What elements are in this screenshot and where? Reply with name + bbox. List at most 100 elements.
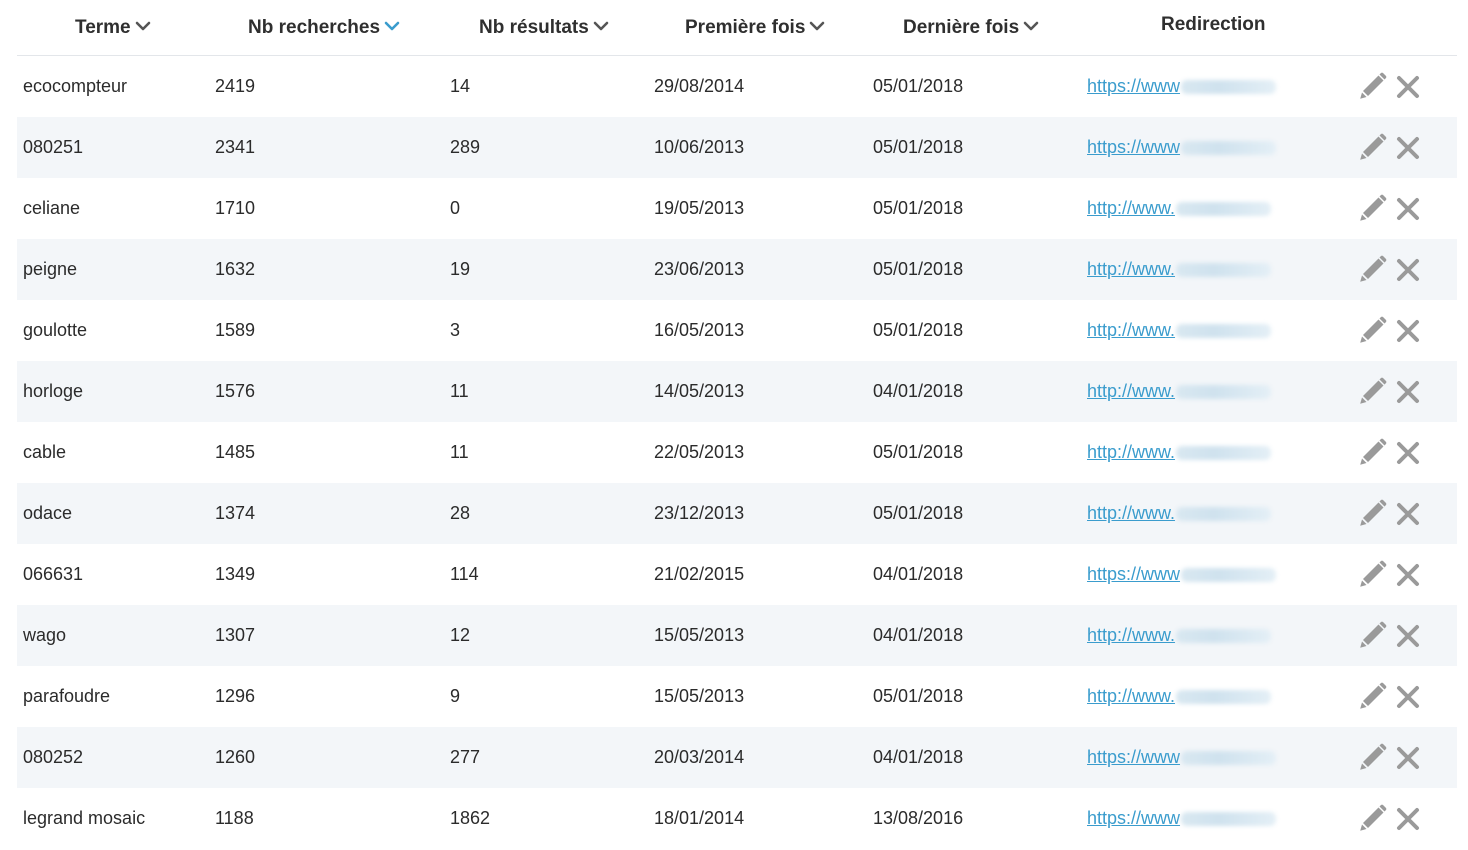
column-header-nb-resultats[interactable]: Nb résultats	[479, 14, 610, 41]
redirection-link[interactable]: https://www	[1087, 747, 1277, 767]
cell-nb-recherches: 1589	[215, 320, 256, 340]
redirection-link-text: http://www.	[1087, 503, 1176, 523]
redirection-link[interactable]: http://www.	[1087, 259, 1272, 279]
close-icon[interactable]	[1393, 804, 1423, 834]
column-header-nb-recherches[interactable]: Nb recherches	[248, 14, 401, 41]
redirection-link-text: http://www.	[1087, 381, 1176, 401]
cell-terme: peigne	[23, 259, 78, 279]
cell-nb-recherches: 1632	[215, 259, 256, 279]
redacted-url-blur	[1181, 568, 1277, 583]
cell-nb-resultats: 28	[450, 503, 471, 523]
redirection-link[interactable]: http://www.	[1087, 625, 1272, 645]
cell-nb-recherches: 1485	[215, 442, 256, 462]
pencil-icon[interactable]	[1357, 255, 1387, 285]
redirection-link[interactable]: http://www.	[1087, 320, 1272, 340]
cell-derniere-fois: 05/01/2018	[873, 137, 964, 157]
redirection-link[interactable]: http://www.	[1087, 442, 1272, 462]
close-icon[interactable]	[1393, 194, 1423, 224]
cell-terme: parafoudre	[23, 686, 111, 706]
cell-premiere-fois: 22/05/2013	[654, 442, 745, 462]
cell-terme: wago	[23, 625, 67, 645]
redirection-link-text: https://www	[1087, 747, 1181, 767]
redirection-link[interactable]: https://www	[1087, 137, 1277, 157]
pencil-icon[interactable]	[1357, 682, 1387, 712]
redirection-link[interactable]: https://www	[1087, 808, 1277, 828]
redirection-link[interactable]: http://www.	[1087, 503, 1272, 523]
close-icon[interactable]	[1393, 499, 1423, 529]
pencil-icon[interactable]	[1357, 194, 1387, 224]
close-icon[interactable]	[1393, 316, 1423, 346]
close-icon[interactable]	[1393, 682, 1423, 712]
close-icon[interactable]	[1393, 743, 1423, 773]
redirection-link-text: http://www.	[1087, 198, 1176, 218]
redacted-url-blur	[1176, 385, 1272, 400]
pencil-icon[interactable]	[1357, 560, 1387, 590]
close-icon[interactable]	[1393, 255, 1423, 285]
redirection-link[interactable]: https://www	[1087, 76, 1277, 96]
close-icon[interactable]	[1393, 438, 1423, 468]
cell-derniere-fois: 05/01/2018	[873, 198, 964, 218]
cell-nb-recherches: 1374	[215, 503, 256, 523]
cell-redirection: http://www.	[1087, 178, 1272, 239]
table-header: Terme Nb recherches Nb résultats Première f…	[17, 0, 1457, 56]
cell-premiere-fois: 18/01/2014	[654, 808, 745, 828]
table-row: cable 1485 11 22/05/2013 05/01/2018 http://ww…	[17, 422, 1457, 483]
pencil-icon[interactable]	[1357, 621, 1387, 651]
redirection-link[interactable]: http://www.	[1087, 686, 1272, 706]
sort-chevron-down-icon[interactable]	[805, 14, 826, 41]
cell-premiere-fois: 15/05/2013	[654, 625, 745, 645]
table-row: parafoudre 1296 9 15/05/2013 05/01/2018 http:…	[17, 666, 1457, 727]
cell-premiere-fois: 10/06/2013	[654, 137, 745, 157]
cell-derniere-fois: 04/01/2018	[873, 747, 964, 767]
sort-chevron-down-icon[interactable]	[1019, 14, 1040, 41]
cell-nb-recherches: 1296	[215, 686, 256, 706]
column-header-derniere-fois[interactable]: Dernière fois	[903, 14, 1040, 41]
sort-chevron-down-icon[interactable]	[131, 14, 152, 41]
cell-nb-recherches: 2419	[215, 76, 256, 96]
pencil-icon[interactable]	[1357, 743, 1387, 773]
close-icon[interactable]	[1393, 133, 1423, 163]
close-icon[interactable]	[1393, 72, 1423, 102]
pencil-icon[interactable]	[1357, 133, 1387, 163]
cell-derniere-fois: 13/08/2016	[873, 808, 964, 828]
cell-derniere-fois: 04/01/2018	[873, 625, 964, 645]
redirection-link-text: http://www.	[1087, 442, 1176, 462]
cell-redirection: http://www.	[1087, 422, 1272, 483]
pencil-icon[interactable]	[1357, 316, 1387, 346]
redirection-link[interactable]: http://www.	[1087, 381, 1272, 401]
column-header-premiere-fois[interactable]: Première fois	[685, 14, 826, 41]
cell-terme: celiane	[23, 198, 81, 218]
cell-terme: 080251	[23, 137, 84, 157]
sort-chevron-down-icon[interactable]	[589, 14, 610, 41]
cell-derniere-fois: 04/01/2018	[873, 564, 964, 584]
close-icon[interactable]	[1393, 377, 1423, 407]
sort-chevron-down-icon[interactable]	[380, 14, 401, 41]
redirection-link-text: https://www	[1087, 564, 1181, 584]
cell-derniere-fois: 05/01/2018	[873, 76, 964, 96]
pencil-icon[interactable]	[1357, 804, 1387, 834]
column-header-label: Nb recherches	[248, 16, 381, 38]
cell-redirection: http://www.	[1087, 361, 1272, 422]
cell-nb-recherches: 2341	[215, 137, 256, 157]
close-icon[interactable]	[1393, 621, 1423, 651]
redacted-url-blur	[1176, 446, 1272, 461]
cell-nb-recherches: 1576	[215, 381, 256, 401]
cell-nb-resultats: 3	[450, 320, 461, 340]
redirection-link[interactable]: https://www	[1087, 564, 1277, 584]
cell-nb-resultats: 1862	[450, 808, 491, 828]
cell-premiere-fois: 15/05/2013	[654, 686, 745, 706]
cell-terme: cable	[23, 442, 67, 462]
cell-redirection: https://www	[1087, 56, 1277, 117]
pencil-icon[interactable]	[1357, 499, 1387, 529]
redirection-link-text: http://www.	[1087, 259, 1176, 279]
pencil-icon[interactable]	[1357, 72, 1387, 102]
cell-nb-resultats: 12	[450, 625, 471, 645]
column-header-redirection: Redirection	[1161, 14, 1266, 36]
pencil-icon[interactable]	[1357, 377, 1387, 407]
redirection-link-text: http://www.	[1087, 625, 1176, 645]
pencil-icon[interactable]	[1357, 438, 1387, 468]
column-header-terme[interactable]: Terme	[75, 14, 152, 41]
table-row: wago 1307 12 15/05/2013 04/01/2018 http://www…	[17, 605, 1457, 666]
close-icon[interactable]	[1393, 560, 1423, 590]
redirection-link[interactable]: http://www.	[1087, 198, 1272, 218]
